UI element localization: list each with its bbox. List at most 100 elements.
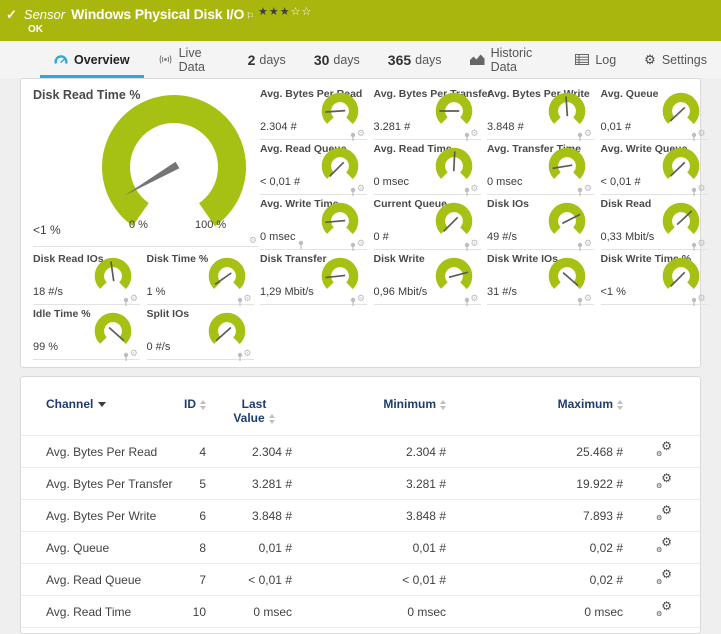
gauge-cell: Avg. Bytes Per Write3.848 #⚙: [485, 85, 598, 140]
cell-max: 25.468 #: [451, 436, 628, 468]
gauge-scale-min: 0 %: [129, 219, 148, 231]
pin-icon[interactable]: [349, 297, 357, 306]
gauge-cell: Avg. Transfer Time0 msec⚙: [485, 140, 598, 195]
gauge-cell: Disk IOs49 #/s⚙: [485, 195, 598, 250]
gear-icon[interactable]: ⚙: [357, 129, 365, 138]
gear-icon[interactable]: ⚙: [697, 129, 705, 138]
gauge-label: Split IOs: [147, 308, 190, 320]
gauge-cell: Split IOs 0 #/s ⚙: [145, 305, 258, 360]
channel-settings-gears-icon[interactable]: ⚙⚙: [656, 603, 672, 617]
gear-icon[interactable]: ⚙: [584, 294, 592, 303]
gauge-value: 0 #/s: [147, 341, 171, 353]
pin-icon[interactable]: [463, 297, 471, 306]
gauge-needle: [330, 162, 344, 176]
gauge-value: 0 msec: [374, 176, 409, 188]
gear-icon[interactable]: ⚙: [470, 294, 478, 303]
pin-icon[interactable]: [236, 352, 244, 361]
sensor-header: ✓ Sensor Windows Physical Disk I/O ⚐ ★★★…: [0, 0, 721, 41]
gauge-cell: Disk Read IOs18 #/s⚙: [31, 250, 144, 305]
gauge-value: 0,33 Mbit/s: [601, 231, 655, 243]
gear-icon[interactable]: ⚙: [243, 349, 251, 358]
channel-settings-gears-icon[interactable]: ⚙⚙: [656, 571, 672, 585]
gauge-icon: [54, 54, 68, 65]
gear-icon[interactable]: ⚙: [357, 184, 365, 193]
gear-icon[interactable]: ⚙: [584, 129, 592, 138]
gear-icon[interactable]: ⚙: [584, 239, 592, 248]
gear-icon[interactable]: ⚙: [249, 236, 257, 245]
gauge-value: 3.848 #: [487, 121, 524, 133]
gear-icon[interactable]: ⚙: [584, 184, 592, 193]
channel-settings-gears-icon[interactable]: ⚙⚙: [656, 443, 672, 457]
gear-icon[interactable]: ⚙: [357, 294, 365, 303]
tab-2-days[interactable]: 2days: [234, 41, 300, 78]
tab-bar: OverviewLive Data2days30days365daysHisto…: [0, 41, 721, 78]
gauge-value: 1,29 Mbit/s: [260, 286, 314, 298]
gauge-label: Disk Write: [374, 253, 425, 265]
tab-365-days[interactable]: 365days: [374, 41, 456, 78]
tab-log[interactable]: Log: [561, 41, 630, 78]
cell-channel: Avg. Bytes Per Transfer: [21, 468, 171, 500]
gauges-panel: Disk Read Time % 0 % 100 % <1 % ⚙ Avg. B…: [20, 78, 701, 368]
gauge-label: Disk Read: [601, 198, 652, 210]
column-header-min[interactable]: Minimum: [297, 391, 451, 436]
gauge-cell: Disk Read 0,33 Mbit/s ⚙: [599, 195, 712, 250]
tab-label: Log: [595, 53, 616, 67]
sort-icon: [617, 400, 623, 410]
channel-settings-gears-icon[interactable]: ⚙⚙: [656, 539, 672, 553]
pin-icon[interactable]: [690, 297, 698, 306]
column-header-channel[interactable]: Channel: [21, 391, 171, 436]
tab-30-days[interactable]: 30days: [300, 41, 374, 78]
cell-id: 7: [171, 564, 211, 596]
gauge-cell: Disk Write Time %<1 %⚙: [599, 250, 712, 305]
gauge-label: Avg. Queue: [601, 88, 659, 100]
gauge-value: 2.304 #: [260, 121, 297, 133]
gauge-value: 0 msec: [260, 231, 295, 243]
sort-icon: [200, 400, 206, 410]
gear-icon[interactable]: ⚙: [697, 184, 705, 193]
cell-channel: Avg. Bytes Per Read: [21, 436, 171, 468]
gear-icon[interactable]: ⚙: [697, 239, 705, 248]
gear-icon[interactable]: ⚙: [130, 349, 138, 358]
gauge-value: 0,96 Mbit/s: [374, 286, 428, 298]
gauge-cell: Avg. Write Queue< 0,01 #⚙: [599, 140, 712, 195]
table-row: Avg. Queue80,01 #0,01 #0,02 #⚙⚙: [21, 532, 700, 564]
flag-icon[interactable]: ⚐: [246, 11, 254, 22]
gear-icon[interactable]: ⚙: [470, 184, 478, 193]
channel-settings-gears-icon[interactable]: ⚙⚙: [656, 507, 672, 521]
cell-min: 0 msec: [297, 628, 451, 634]
column-header-id[interactable]: ID: [171, 391, 211, 436]
gear-icon[interactable]: ⚙: [243, 294, 251, 303]
cell-channel: Avg. Transfer Time: [21, 628, 171, 634]
pin-icon[interactable]: [576, 297, 584, 306]
tab-historic-data[interactable]: Historic Data: [456, 41, 562, 78]
gauge-value: 0 #: [374, 231, 389, 243]
channel-settings-gears-icon[interactable]: ⚙⚙: [656, 475, 672, 489]
gear-icon[interactable]: ⚙: [470, 129, 478, 138]
big-gauge-cell: Disk Read Time % 0 % 100 % <1 % ⚙: [31, 85, 259, 247]
gauge-needle: [670, 272, 684, 286]
column-header-settings: [628, 391, 700, 436]
pin-icon[interactable]: [122, 352, 130, 361]
priority-stars[interactable]: ★★★☆☆: [258, 5, 312, 18]
gauge-value: 18 #/s: [33, 286, 63, 298]
tab-overview[interactable]: Overview: [40, 41, 144, 78]
tab-number: 30: [314, 52, 330, 68]
column-header-max[interactable]: Maximum: [451, 391, 628, 436]
gauge-value: 0 msec: [487, 176, 522, 188]
tab-label: days: [333, 53, 359, 67]
tab-live-data[interactable]: Live Data: [144, 41, 234, 78]
tab-number: 2: [248, 52, 256, 68]
gear-icon[interactable]: ⚙: [697, 294, 705, 303]
tab-settings[interactable]: ⚙Settings: [630, 41, 721, 78]
column-header-last[interactable]: LastValue: [211, 391, 297, 436]
gear-icon[interactable]: ⚙: [357, 239, 365, 248]
gauge-cell: Idle Time %99 %⚙: [31, 305, 144, 360]
tab-label: days: [415, 53, 441, 67]
cell-id: 4: [171, 436, 211, 468]
gauge-value: < 0,01 #: [601, 176, 641, 188]
gauge-needle: [443, 217, 457, 231]
gauge-needle: [453, 151, 454, 171]
gear-icon[interactable]: ⚙: [470, 239, 478, 248]
gauge-value: <1 %: [33, 223, 61, 237]
gear-icon[interactable]: ⚙: [130, 294, 138, 303]
